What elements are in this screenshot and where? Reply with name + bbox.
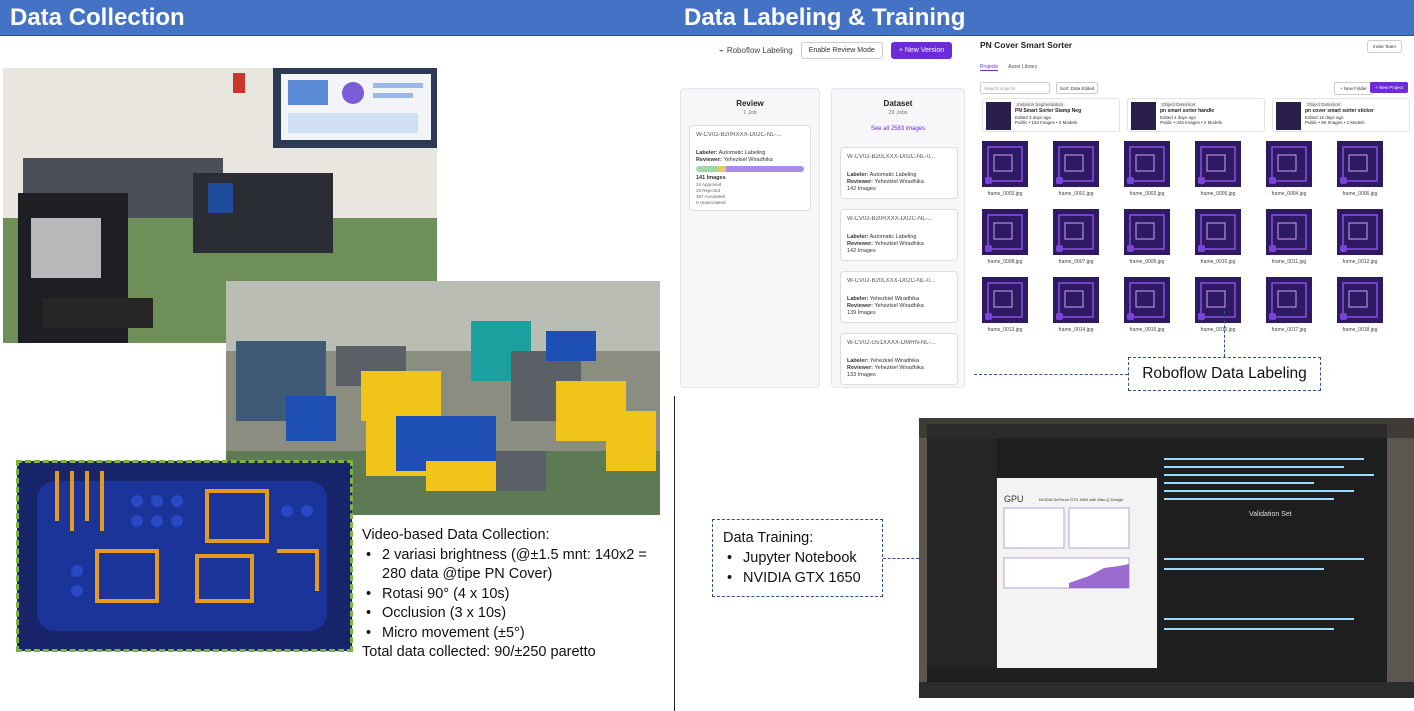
- frame-thumbnail[interactable]: [1337, 277, 1383, 323]
- frame-filename: frame_0003.jpg: [987, 191, 1023, 197]
- roboflow-toolbar: ⌁ Roboflow Labeling Enable Review Mode + …: [719, 42, 953, 59]
- frame-thumbnail[interactable]: [1053, 209, 1099, 255]
- invite-team-button[interactable]: Invite Team: [1367, 40, 1402, 53]
- data-training-callout: Data Training: Jupyter Notebook NVIDIA G…: [712, 519, 883, 597]
- frame-filename: frame_0008.jpg: [987, 259, 1023, 265]
- project-thumbnail: [986, 102, 1011, 130]
- tab-projects[interactable]: Projects: [980, 64, 999, 71]
- project-card[interactable]: Object Detection pn cover smart sorter s…: [1272, 98, 1410, 132]
- labeling-leader-line: [974, 374, 1128, 375]
- notebook-section-label: Validation Set: [1249, 511, 1292, 518]
- frame-filename: frame_0005.jpg: [1200, 191, 1236, 197]
- collection-list: 2 variasi brightness (@±1.5 mnt: 140x2 =…: [362, 546, 662, 644]
- labeling-training-header: Data Labeling & Training: [674, 0, 1414, 36]
- dataset-job-card[interactable]: W-CV02-B20LXXX-D02C-NL-0... Labeler: Aut…: [840, 147, 958, 199]
- training-laptop-photo: GPU NVIDIA GeForce GTX 1650 with Max-Q D…: [919, 418, 1414, 698]
- collection-item: Micro movement (±5°): [362, 624, 662, 644]
- training-leader-line: [883, 558, 919, 559]
- frame-filename: frame_0014.jpg: [1058, 327, 1094, 333]
- review-panel: Review 1 Job W-CV02-B20RXXX-D02C-NL-... …: [680, 88, 820, 388]
- collection-total: Total data collected: 90/±250 paretto: [362, 644, 596, 660]
- search-projects-input[interactable]: Search projects: [980, 82, 1050, 94]
- frame-thumbnail[interactable]: [1195, 141, 1241, 187]
- frame-filename: frame_0009.jpg: [1129, 259, 1165, 265]
- review-job-card[interactable]: W-CV02-B20RXXX-D02C-NL-... Labeler: Auto…: [689, 125, 811, 211]
- collection-item: 2 variasi brightness (@±1.5 mnt: 140x2 =…: [362, 546, 662, 585]
- new-project-button[interactable]: + New Project: [1370, 82, 1409, 93]
- frame-thumbnail[interactable]: [1053, 141, 1099, 187]
- frame-thumbnail[interactable]: [1195, 277, 1241, 323]
- slide: Data Collection Video-based Data Collect…: [0, 0, 1414, 711]
- project-thumbnail: [1131, 102, 1156, 130]
- project-thumbnail: [1276, 102, 1301, 130]
- collection-description: Video-based Data Collection: 2 variasi b…: [362, 526, 662, 663]
- dataset-title: Dataset: [883, 99, 913, 108]
- training-title: Data Training:: [723, 530, 814, 546]
- frame-thumbnail[interactable]: [1195, 209, 1241, 255]
- frame-filename: frame_0006.jpg: [1342, 191, 1378, 197]
- review-title: Review: [736, 99, 764, 108]
- frame-thumbnail[interactable]: [982, 209, 1028, 255]
- dataset-job-card[interactable]: W-CV02-B20RXXX-D02C-NL-... Labeler: Auto…: [840, 209, 958, 261]
- frame-thumbnail[interactable]: [1266, 141, 1312, 187]
- enable-review-mode-button[interactable]: Enable Review Mode: [800, 42, 883, 59]
- frame-thumbnail[interactable]: [982, 277, 1028, 323]
- dataset-panel: Dataset 29 Jobs See all 2583 images W-CV…: [831, 88, 965, 388]
- gpu-label: GPU: [1004, 494, 1024, 504]
- frame-thumbnail[interactable]: [1053, 277, 1099, 323]
- frame-thumbnail[interactable]: [1124, 141, 1170, 187]
- frame-thumbnail[interactable]: [1337, 141, 1383, 187]
- labeling-training-column: Data Labeling & Training ⌁ Roboflow Label…: [674, 0, 1414, 711]
- collection-item: Occlusion (3 x 10s): [362, 604, 662, 624]
- dataset-jobs: 29 Jobs: [888, 110, 908, 116]
- frame-filename: frame_0018.jpg: [1342, 327, 1378, 333]
- frame-filename: frame_0013.jpg: [987, 327, 1023, 333]
- review-progress-bar: [696, 166, 804, 172]
- roboflow-screenshot: ⌁ Roboflow Labeling Enable Review Mode + …: [674, 36, 1414, 396]
- frame-filename: frame_0002.jpg: [1129, 191, 1165, 197]
- frame-thumbnail[interactable]: [1337, 209, 1383, 255]
- training-item: Jupyter Notebook: [723, 548, 872, 568]
- project-card[interactable]: Instance Segmentation PN Smart Sorter St…: [982, 98, 1120, 132]
- project-title: PN Cover Smart Sorter: [980, 40, 1073, 50]
- collection-item: Rotasi 90° (4 x 10s): [362, 585, 662, 605]
- frame-filename: frame_0007.jpg: [1058, 259, 1094, 265]
- data-collection-column: Data Collection Video-based Data Collect…: [0, 0, 674, 711]
- tag-icon: ⌁: [719, 46, 724, 55]
- collection-intro: Video-based Data Collection:: [362, 527, 550, 543]
- roboflow-logo: ⌁ Roboflow Labeling: [719, 46, 793, 55]
- frame-filename: frame_0015.jpg: [1129, 327, 1165, 333]
- frame-thumbnail[interactable]: [1266, 277, 1312, 323]
- frame-thumbnail[interactable]: [982, 141, 1028, 187]
- training-item: NVIDIA GTX 1650: [723, 568, 872, 588]
- frame-thumbnail[interactable]: [1266, 209, 1312, 255]
- tab-asset-library[interactable]: Asset Library: [1008, 64, 1037, 71]
- frame-filename: frame_0012.jpg: [1342, 259, 1378, 265]
- sort-dropdown[interactable]: Sort: Date Edited: [1056, 82, 1099, 94]
- data-collection-header: Data Collection: [0, 0, 674, 36]
- gpu-name: NVIDIA GeForce GTX 1650 with Max-Q Desig…: [1039, 497, 1124, 502]
- pn-cover-closeup-photo: [16, 460, 353, 652]
- frame-thumbnail[interactable]: [1124, 209, 1170, 255]
- see-all-images-link[interactable]: See all 2583 images: [832, 126, 964, 132]
- dataset-job-card[interactable]: W-CV02-G51XXXX-DMHN-NL-... Labeler: Yehe…: [840, 333, 958, 385]
- frame-thumbnail[interactable]: [1124, 277, 1170, 323]
- frame-filename: frame_0010.jpg: [1200, 259, 1236, 265]
- frame-filename: frame_0017.jpg: [1271, 327, 1307, 333]
- frame-filename: frame_0004.jpg: [1271, 191, 1307, 197]
- roboflow-tabs: Projects Asset Library: [980, 64, 1037, 71]
- review-jobs: 1 Job: [743, 110, 757, 116]
- frame-filename: frame_0001.jpg: [1058, 191, 1094, 197]
- roboflow-labeling-callout: Roboflow Data Labeling: [1128, 357, 1321, 391]
- project-card[interactable]: Object Detection pn smart sorter handle …: [1127, 98, 1265, 132]
- new-folder-button[interactable]: + New Folder: [1334, 82, 1373, 95]
- frame-filename: frame_0011.jpg: [1271, 259, 1307, 265]
- labeling-leader-vertical: [1224, 311, 1225, 357]
- new-version-button[interactable]: + New Version: [890, 42, 953, 59]
- frame-filename: frame_0016.jpg: [1200, 327, 1236, 333]
- dataset-job-card[interactable]: W-CV02-B20LXXX-D02C-NL-0... Labeler: Yeh…: [840, 271, 958, 323]
